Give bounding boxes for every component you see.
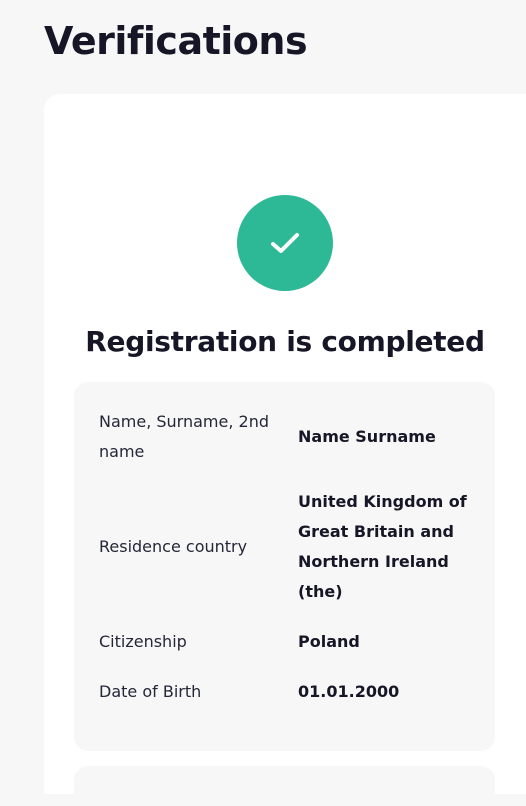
success-badge bbox=[237, 195, 333, 291]
detail-value: Name Surname bbox=[298, 427, 436, 446]
status-heading: Registration is completed bbox=[85, 325, 485, 358]
detail-label: Residence country bbox=[99, 537, 248, 556]
check-icon bbox=[271, 233, 299, 253]
next-section-card bbox=[74, 766, 495, 806]
detail-label: Citizenship bbox=[99, 632, 187, 651]
detail-label: Date of Birth bbox=[99, 682, 202, 701]
detail-value: Poland bbox=[298, 632, 360, 651]
detail-value: United Kingdom of Great Britain and Nort… bbox=[298, 492, 467, 601]
verification-card: Registration is completed Name, Surname,… bbox=[44, 94, 526, 794]
page-title: Verifications bbox=[44, 19, 308, 63]
detail-value: 01.01.2000 bbox=[298, 682, 400, 701]
details-panel: Name, Surname, 2nd name Name Surname Res… bbox=[74, 382, 495, 751]
detail-label: Name, Surname, 2nd name bbox=[99, 412, 269, 461]
